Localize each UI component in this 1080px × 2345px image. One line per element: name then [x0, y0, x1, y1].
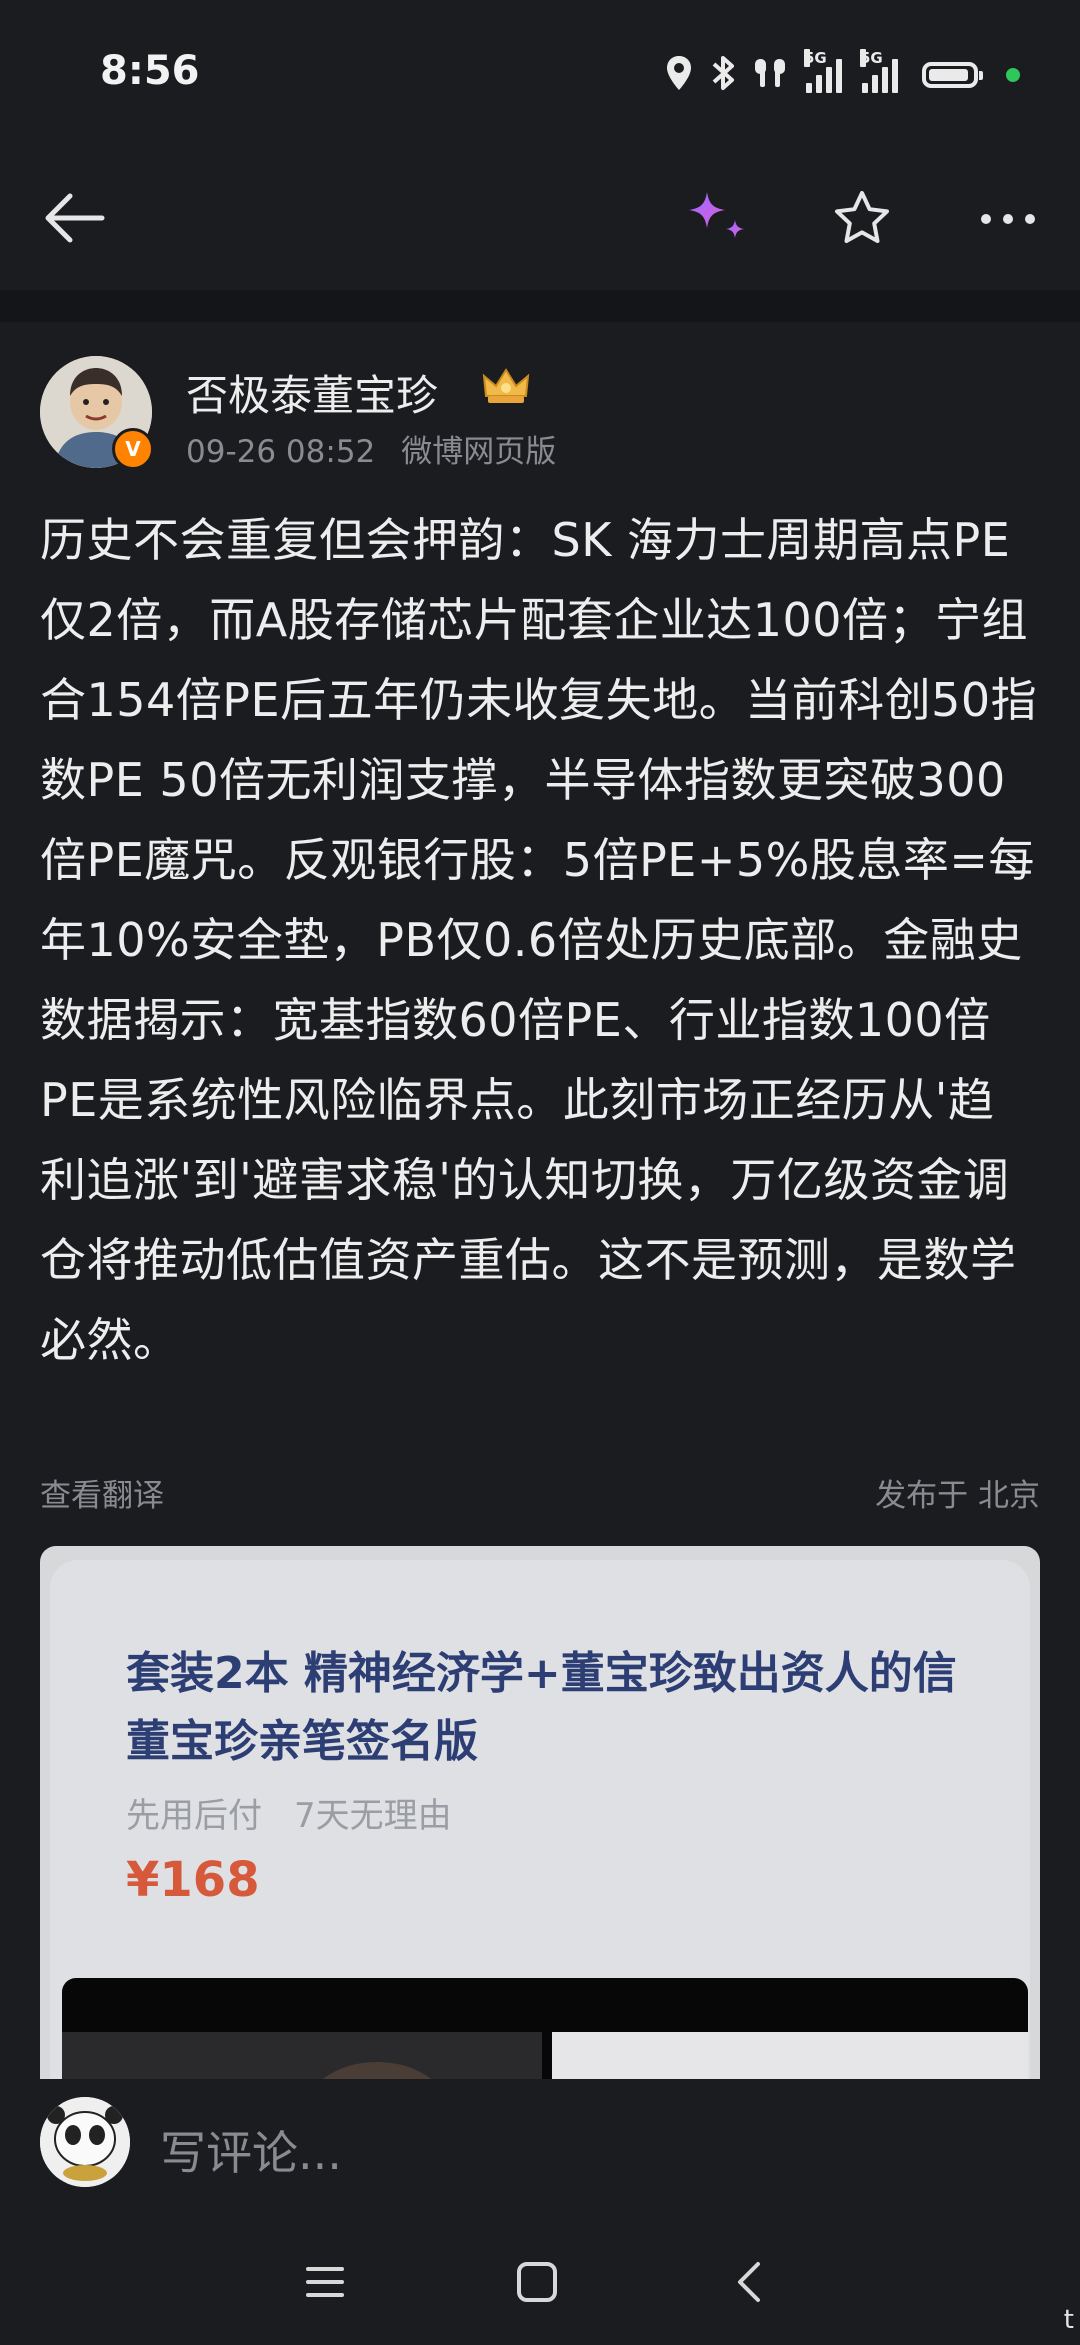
post-timestamp: 09-26 08:52 [186, 434, 376, 470]
system-back-button[interactable] [714, 2249, 784, 2319]
post-location: 发布于 北京 [875, 1478, 1040, 1514]
bluetooth-icon [708, 53, 738, 97]
favorite-button[interactable] [822, 180, 902, 260]
product-image [62, 1978, 1028, 2079]
post-meta: 09-26 08:52 微博网页版 [186, 426, 556, 471]
comment-input[interactable]: 写评论... [160, 2117, 342, 2183]
status-bar: 8:56 5G 5G [0, 0, 1080, 150]
battery-icon [922, 62, 983, 88]
menu-icon [304, 2264, 346, 2304]
signal-icon: 5G [860, 49, 898, 93]
back-chevron-icon [734, 2260, 764, 2308]
status-time: 8:56 [100, 48, 200, 94]
top-navigation-bar [0, 150, 1080, 290]
user-avatar[interactable] [40, 2097, 130, 2187]
status-icons: 5G 5G [664, 49, 1020, 100]
star-favorite-icon [832, 189, 892, 251]
back-arrow-icon [42, 192, 106, 248]
post-author-header: V 否极泰董宝珍 09-26 08:52 微博网页版 [40, 356, 1040, 476]
product-tag-returns: 7天无理由 [294, 1796, 452, 1836]
system-navigation-bar: t [0, 2219, 1080, 2345]
product-price: ¥168 [126, 1852, 260, 1908]
comment-bar: 写评论... [0, 2079, 1080, 2219]
post-footer-row: 查看翻译 发布于 北京 [40, 1470, 1040, 1520]
post-source: 微博网页版 [401, 434, 557, 470]
more-icon [978, 211, 1038, 230]
home-square-icon [515, 2260, 559, 2308]
network-type-label: 5G [860, 49, 883, 67]
back-button[interactable] [34, 180, 114, 260]
more-options-button[interactable] [968, 180, 1048, 260]
author-name[interactable]: 否极泰董宝珍 [186, 362, 438, 423]
crown-badge-icon [480, 366, 532, 412]
product-card-inner: 套装2本 精神经济学+董宝珍致出资人的信 董宝珍亲笔签名版 先用后付 7天无理由 … [50, 1560, 1030, 2079]
earbuds-icon [752, 55, 788, 95]
view-translation-link[interactable]: 查看翻译 [40, 1470, 164, 1515]
post-body-text: 历史不会重复但会押韵：SK 海力士周期高点PE仅2倍，而A股存储芯片配套企业达1… [40, 513, 1038, 1367]
corner-letter: t [1063, 2305, 1074, 2335]
product-tag-pay-later: 先用后付 [126, 1796, 262, 1836]
sparkle-ai-icon [679, 188, 753, 252]
recent-apps-button[interactable] [290, 2249, 360, 2319]
ai-assistant-button[interactable] [676, 180, 756, 260]
signal-icon: 5G [804, 49, 842, 93]
location-icon [664, 54, 694, 96]
network-type-label: 5G [804, 49, 827, 67]
section-divider [0, 290, 1080, 322]
product-tags: 先用后付 7天无理由 [126, 1788, 452, 1837]
product-title: 套装2本 精神经济学+董宝珍致出资人的信 董宝珍亲笔签名版 [126, 1648, 957, 1767]
verified-badge-icon: V [112, 428, 154, 470]
product-card[interactable]: 套装2本 精神经济学+董宝珍致出资人的信 董宝珍亲笔签名版 先用后付 7天无理由 … [40, 1546, 1040, 2079]
green-dot-icon [1006, 68, 1020, 82]
home-button[interactable] [502, 2249, 572, 2319]
